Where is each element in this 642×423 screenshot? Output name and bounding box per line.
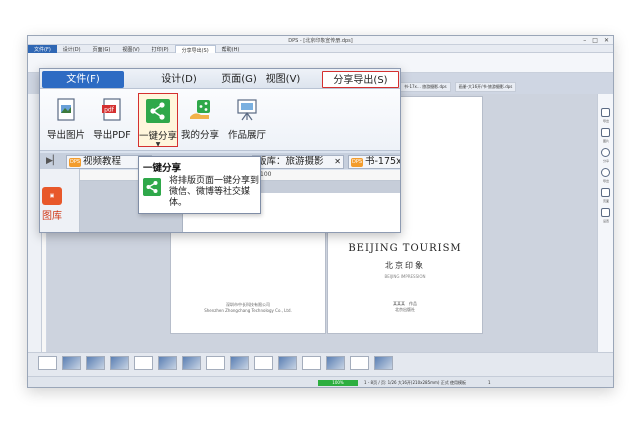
- right-panel-label: 导出: [602, 119, 609, 123]
- page-thumbnail[interactable]: [158, 356, 177, 370]
- doc-tab-label: 视频教程: [83, 156, 122, 167]
- close-icon[interactable]: ✕: [334, 156, 341, 168]
- right-panel-label: 页面: [602, 199, 609, 203]
- app-titlebar: DPS - [北京印象宣传册.dps] – □ ✕: [28, 36, 613, 45]
- right-panel-label: 设置: [602, 219, 609, 223]
- tab-share-export[interactable]: 分享导出(S): [322, 71, 399, 88]
- page-thumbnail[interactable]: [86, 356, 105, 370]
- page-thumbnail[interactable]: [230, 356, 249, 370]
- page-thumbnail[interactable]: [134, 356, 153, 370]
- doc-tab-travel-photo[interactable]: 版库：旅游摄影 ✕: [252, 155, 344, 169]
- svg-text:pdf: pdf: [104, 107, 115, 114]
- doc-tab-book[interactable]: DPS 书-175x: [348, 155, 401, 169]
- gallery-easel-icon: [237, 99, 257, 121]
- page-thumbnail[interactable]: [374, 356, 393, 370]
- menu-share-export[interactable]: 分享导出(S): [174, 45, 216, 54]
- ruler-mark: 100: [260, 171, 272, 178]
- one-click-share-button[interactable]: 一键分享 ▼: [138, 93, 178, 148]
- doc-tab[interactable]: 画册-大16开/书-旅游摄影.dps: [454, 82, 517, 92]
- menu-page[interactable]: 页面(G): [87, 45, 117, 53]
- doc-tab-label: 书-175x: [365, 156, 401, 167]
- book-title-cn: 北京印象: [385, 261, 425, 270]
- chevron-down-icon[interactable]: ▼: [139, 141, 177, 148]
- image-icon[interactable]: [601, 128, 610, 137]
- book-subtitle: BEIJING IMPRESSION: [384, 274, 426, 279]
- book-title-en: BEIJING TOURISM: [348, 243, 462, 254]
- close-button[interactable]: ✕: [604, 37, 609, 44]
- one-click-share-label: 一键分享: [139, 131, 178, 142]
- page-thumbnail[interactable]: [110, 356, 129, 370]
- share-icon[interactable]: [601, 148, 610, 157]
- page-thumbnail[interactable]: [182, 356, 201, 370]
- publisher-en: Shenzhen Zhongchang Technology Co., Ltd.: [204, 308, 292, 313]
- share-tooltip: 一键分享 将排版页面一键分享到微信、微博等社交媒体。: [138, 156, 261, 214]
- export-circle-icon[interactable]: [601, 168, 610, 177]
- doc-tab[interactable]: 书-17x… 旅游摄影.dps: [400, 82, 451, 92]
- book-author: 某某某 作品 北京出版社: [328, 301, 482, 313]
- page-thumbnail[interactable]: [62, 356, 81, 370]
- dps-icon: DPS: [69, 158, 81, 167]
- doc-tab-label: 版库：旅游摄影: [257, 156, 324, 167]
- image-library-label[interactable]: 图库: [42, 207, 62, 222]
- right-panel: 导出 图片 分享 导出 页面 设置: [597, 94, 613, 352]
- export-pdf-label: 导出PDF: [93, 130, 131, 141]
- share-icon: [146, 99, 170, 123]
- screenshot-stage: DPS - [北京印象宣传册.dps] – □ ✕ 文件(F) 设计(D) 页面…: [0, 0, 642, 423]
- tab-file[interactable]: 文件(F): [42, 71, 124, 88]
- tab-design[interactable]: 设计(D): [152, 71, 206, 88]
- right-panel-label: 分享: [602, 159, 609, 163]
- page-thumbnail[interactable]: [302, 356, 321, 370]
- maximize-button[interactable]: □: [592, 37, 598, 44]
- left-toolbar-zoomed: ▣ 图库: [40, 169, 80, 232]
- page-thumbnail[interactable]: [350, 356, 369, 370]
- page-thumbnails: [28, 352, 613, 376]
- app-menubar: 文件(F) 设计(D) 页面(G) 视图(V) 打印(P) 分享导出(S) 帮助…: [28, 45, 613, 54]
- image-library-icon[interactable]: ▣: [42, 187, 62, 205]
- tooltip-text: 将排版页面一键分享到微信、微博等社交媒体。: [169, 176, 260, 208]
- status-page[interactable]: 1: [488, 380, 491, 385]
- page-icon[interactable]: [601, 188, 610, 197]
- app-title: DPS - [北京印象宣传册.dps]: [288, 38, 353, 44]
- page-thumbnail[interactable]: [278, 356, 297, 370]
- menu-print[interactable]: 打印(P): [146, 45, 175, 53]
- right-panel-label: 导出: [602, 179, 609, 183]
- my-share-icon: [190, 100, 210, 119]
- share-icon: [143, 178, 161, 196]
- page-thumbnail[interactable]: [38, 356, 57, 370]
- page-thumbnail[interactable]: [326, 356, 345, 370]
- window-controls: – □ ✕: [583, 37, 609, 44]
- ribbon-tab-bar: 文件(F) 设计(D) 页面(G) 视图(V) 分享导出(S): [40, 69, 400, 89]
- export-image-button[interactable]: 导出图片: [44, 93, 88, 147]
- my-share-label: 我的分享: [180, 130, 219, 141]
- status-bar: 100% 1 - 8页 / 页: 1/26 大16开(210x285mm) 正式…: [28, 376, 613, 387]
- dps-icon: DPS: [351, 158, 363, 167]
- menu-design[interactable]: 设计(D): [57, 45, 87, 53]
- tooltip-title: 一键分享: [143, 163, 182, 174]
- tab-view[interactable]: 视图(V): [256, 71, 310, 88]
- status-text: 1 - 8页 / 页: 1/26 大16开(210x285mm) 正式 使用模板: [364, 380, 467, 385]
- export-image-icon: [57, 98, 75, 121]
- ribbon-panel: 导出图片 pdf 导出PDF 一键分享 ▼ 我的分享 作品展厅: [40, 89, 400, 151]
- app-doc-tabs: 书-17x… 旅游摄影.dps 画册-大16开/书-旅游摄影.dps: [400, 82, 610, 92]
- status-zoom[interactable]: 100%: [318, 380, 358, 386]
- menu-help[interactable]: 帮助(H): [216, 45, 246, 53]
- export-image-label: 导出图片: [46, 130, 85, 141]
- right-panel-label: 图片: [602, 139, 609, 143]
- pdf-icon: pdf: [102, 98, 121, 121]
- minimize-button[interactable]: –: [583, 37, 586, 44]
- settings-icon[interactable]: [601, 208, 610, 217]
- my-share-button[interactable]: 我的分享: [180, 93, 220, 147]
- page-thumbnail[interactable]: [254, 356, 273, 370]
- publisher-info: 深圳市中长科技有限公司 Shenzhen Zhongchang Technolo…: [171, 302, 325, 314]
- page-thumbnail[interactable]: [206, 356, 225, 370]
- author-line: 北京出版社: [395, 307, 415, 312]
- menu-view[interactable]: 视图(V): [116, 45, 145, 53]
- gallery-label: 作品展厅: [227, 130, 266, 141]
- gallery-button[interactable]: 作品展厅: [224, 93, 270, 147]
- export-pdf-button[interactable]: pdf 导出PDF: [90, 93, 134, 147]
- panel-toggle-icon[interactable]: ▶▏: [46, 156, 60, 166]
- menu-file[interactable]: 文件(F): [28, 45, 57, 53]
- export-icon[interactable]: [601, 108, 610, 117]
